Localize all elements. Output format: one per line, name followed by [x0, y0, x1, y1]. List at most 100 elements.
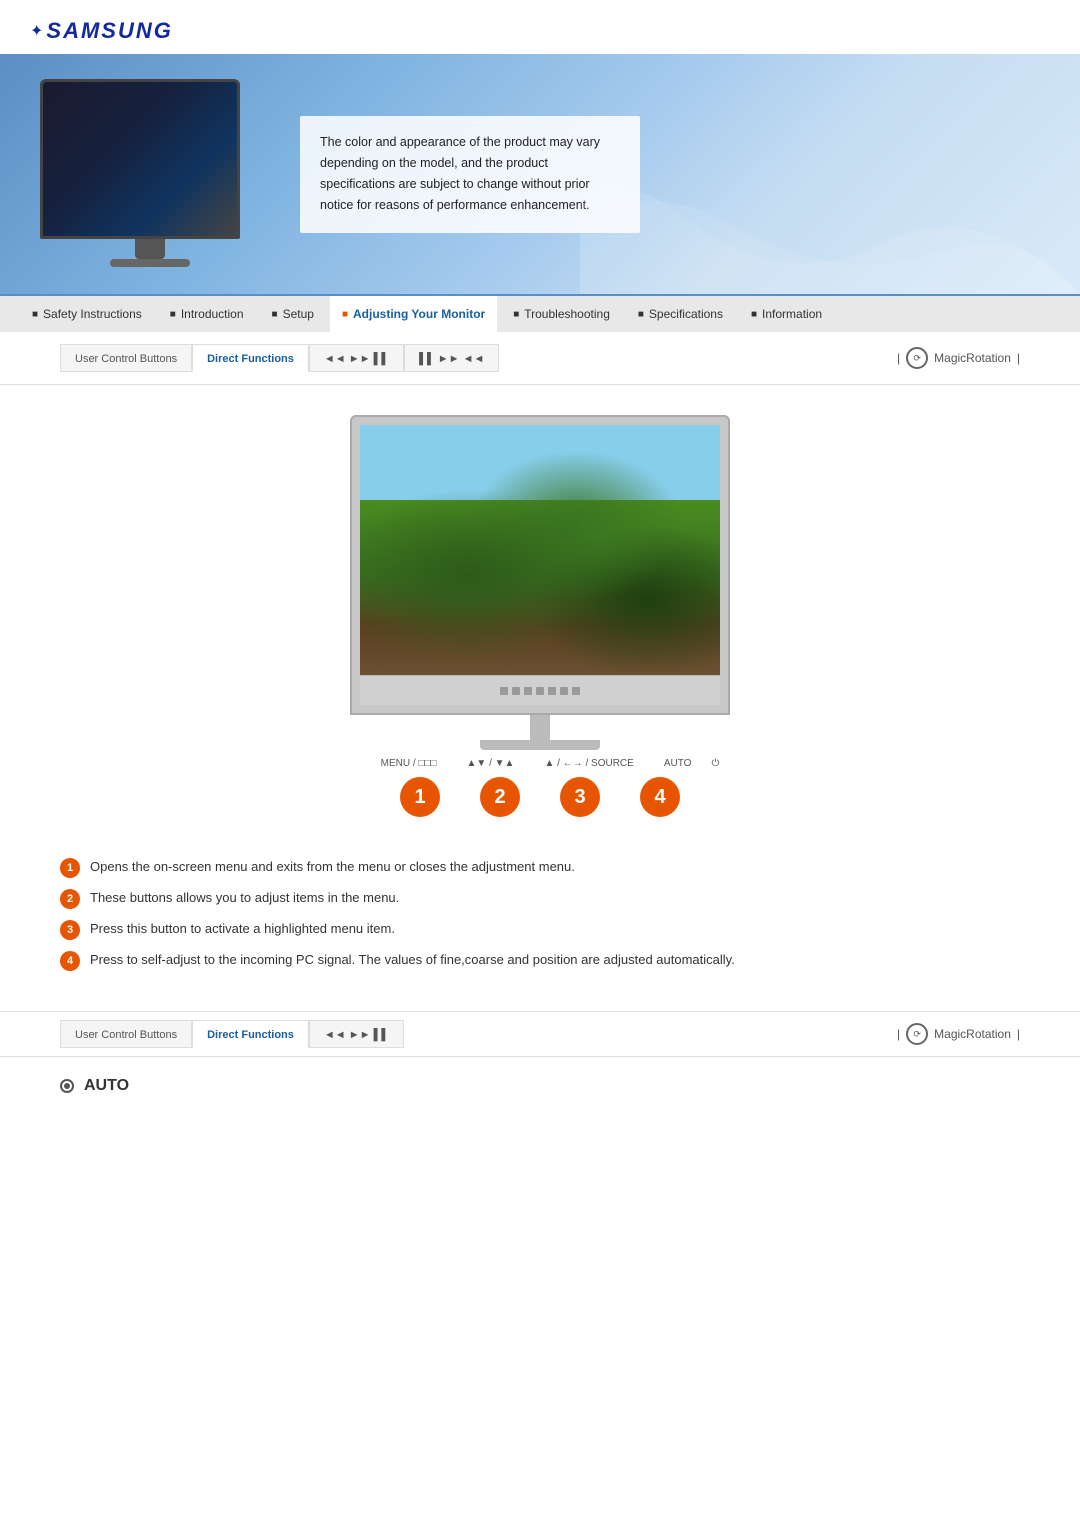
bottom-tab-user-control-label: User Control Buttons: [75, 1029, 177, 1041]
monitor-base: [110, 259, 190, 267]
bottom-magic-rotation-icon: ⟳: [906, 1023, 928, 1045]
nav-bullet-adjusting: ■: [342, 309, 348, 320]
desc-text-2: These buttons allows you to adjust items…: [90, 888, 399, 908]
monitor-diagram-wrapper: MENU / □□□ ▲▼ / ▼▲ ▲ / ←→ / SOURCE AUTO …: [350, 415, 730, 837]
nav-bullet-information: ■: [751, 309, 757, 320]
tab-3[interactable]: ◄◄ ►► ▌▌: [309, 344, 404, 372]
top-tab-strip: User Control Buttons Direct Functions ◄◄…: [0, 332, 1080, 385]
diagram-garden-image: [360, 425, 720, 675]
bezel-btn-2: [512, 687, 520, 695]
tab-3-label: ◄◄ ►► ▌▌: [324, 353, 389, 365]
hero-monitor-image: [40, 79, 260, 269]
desc-item-1: 1 Opens the on-screen menu and exits fro…: [60, 857, 1020, 878]
nav-item-specifications[interactable]: ■ Specifications: [626, 295, 735, 333]
auto-section: AUTO: [0, 1057, 1080, 1115]
description-list: 1 Opens the on-screen menu and exits fro…: [60, 857, 1020, 971]
nav-label-troubleshooting: Troubleshooting: [524, 307, 610, 321]
bottom-separator-right: |: [1017, 1027, 1020, 1041]
diagram-bezel-buttons: [500, 687, 580, 695]
nav-item-information[interactable]: ■ Information: [739, 295, 834, 333]
desc-text-1: Opens the on-screen menu and exits from …: [90, 857, 575, 877]
desc-item-3: 3 Press this button to activate a highli…: [60, 919, 1020, 940]
nav-label-specifications: Specifications: [649, 307, 723, 321]
desc-item-4: 4 Press to self-adjust to the incoming P…: [60, 950, 1020, 971]
num-circle-1: 1: [400, 777, 440, 817]
auto-label: AUTO: [84, 1077, 129, 1095]
nav-item-troubleshooting[interactable]: ■ Troubleshooting: [501, 295, 622, 333]
tab-4-label: ▌▌ ►► ◄◄: [419, 353, 484, 365]
nav-bullet-introduction: ■: [170, 309, 176, 320]
diagram-stand-base: [480, 740, 600, 750]
nav-bullet-specifications: ■: [638, 309, 644, 320]
logo-star-icon: ✦: [30, 21, 43, 41]
bottom-tab-user-control[interactable]: User Control Buttons: [60, 1020, 192, 1048]
monitor-frame: [40, 79, 240, 239]
nav-item-introduction[interactable]: ■ Introduction: [158, 295, 256, 333]
tab-user-control[interactable]: User Control Buttons: [60, 344, 192, 372]
nav-label-setup: Setup: [283, 307, 314, 321]
bottom-tab-direct-functions-label: Direct Functions: [207, 1029, 294, 1041]
magic-rotation-icon: ⟳: [906, 347, 928, 369]
nav-item-adjusting[interactable]: ■ Adjusting Your Monitor: [330, 294, 497, 332]
desc-badge-2: 2: [60, 889, 80, 909]
nav-label-introduction: Introduction: [181, 307, 244, 321]
num-circle-3: 3: [560, 777, 600, 817]
brand-name: SAMSUNG: [46, 18, 172, 44]
desc-badge-4: 4: [60, 951, 80, 971]
tab-direct-functions[interactable]: Direct Functions: [192, 344, 309, 372]
diagram-monitor-outer: [350, 415, 730, 715]
hero-wave-decoration: [580, 94, 1080, 294]
desc-badge-1: 1: [60, 858, 80, 878]
header: ✦ SAMSUNG: [0, 0, 1080, 44]
bezel-btn-7: [572, 687, 580, 695]
monitor-diagram: MENU / □□□ ▲▼ / ▼▲ ▲ / ←→ / SOURCE AUTO …: [60, 415, 1020, 837]
magic-rotation-label: MagicRotation: [934, 351, 1011, 365]
bottom-magic-rotation-label: MagicRotation: [934, 1027, 1011, 1041]
bezel-btn-5: [548, 687, 556, 695]
navigation-bar: ■ Safety Instructions ■ Introduction ■ S…: [0, 294, 1080, 332]
desc-text-3: Press this button to activate a highligh…: [90, 919, 395, 939]
bottom-tab-strip: User Control Buttons Direct Functions ◄◄…: [0, 1011, 1080, 1057]
tab-user-control-label: User Control Buttons: [75, 353, 177, 365]
bezel-btn-4: [536, 687, 544, 695]
source-label: ▲ / ←→ / SOURCE: [544, 758, 633, 769]
hero-banner: The color and appearance of the product …: [0, 54, 1080, 294]
tab-4[interactable]: ▌▌ ►► ◄◄: [404, 344, 499, 372]
separator-left: |: [897, 351, 900, 365]
nav-bullet-safety: ■: [32, 309, 38, 320]
nav-item-setup[interactable]: ■ Setup: [260, 295, 326, 333]
num-circle-4: 4: [640, 777, 680, 817]
auto-radio-inner: [64, 1083, 70, 1089]
monitor-screen: [43, 82, 237, 236]
main-content: MENU / □□□ ▲▼ / ▼▲ ▲ / ←→ / SOURCE AUTO …: [0, 385, 1080, 1001]
nav-item-safety[interactable]: ■ Safety Instructions: [20, 295, 154, 333]
bottom-tab-direct-functions[interactable]: Direct Functions: [192, 1020, 309, 1048]
button-labels-row: MENU / □□□ ▲▼ / ▼▲ ▲ / ←→ / SOURCE AUTO …: [350, 758, 730, 769]
menu-label: MENU / □□□: [381, 758, 437, 769]
desc-text-4: Press to self-adjust to the incoming PC …: [90, 950, 735, 970]
hero-description-text: The color and appearance of the product …: [320, 135, 600, 213]
num-circle-2: 2: [480, 777, 520, 817]
samsung-logo: ✦ SAMSUNG: [30, 18, 1050, 44]
nav-label-information: Information: [762, 307, 822, 321]
nav-label-adjusting: Adjusting Your Monitor: [353, 307, 485, 321]
bottom-separator-left: |: [897, 1027, 900, 1041]
separator-right: |: [1017, 351, 1020, 365]
magic-rotation-tab[interactable]: | ⟳ MagicRotation |: [897, 347, 1020, 369]
desc-badge-3: 3: [60, 920, 80, 940]
desc-item-2: 2 These buttons allows you to adjust ite…: [60, 888, 1020, 909]
nav-label-safety: Safety Instructions: [43, 307, 142, 321]
diagram-bezel-bottom: [360, 675, 720, 705]
bottom-tab-3-label: ◄◄ ►► ▌▌: [324, 1029, 389, 1041]
auto-label: AUTO: [664, 758, 692, 769]
auto-radio-button[interactable]: [60, 1079, 74, 1093]
nav-bullet-setup: ■: [272, 309, 278, 320]
btn-arrows-label: ▲▼ / ▼▲: [467, 758, 515, 769]
bottom-magic-rotation-tab[interactable]: | ⟳ MagicRotation |: [897, 1023, 1020, 1045]
bottom-tab-3[interactable]: ◄◄ ►► ▌▌: [309, 1020, 404, 1048]
tab-direct-functions-label: Direct Functions: [207, 353, 294, 365]
nav-bullet-troubleshooting: ■: [513, 309, 519, 320]
diagram-stand-neck: [530, 715, 550, 740]
bezel-btn-1: [500, 687, 508, 695]
diagram-screen: [360, 425, 720, 675]
